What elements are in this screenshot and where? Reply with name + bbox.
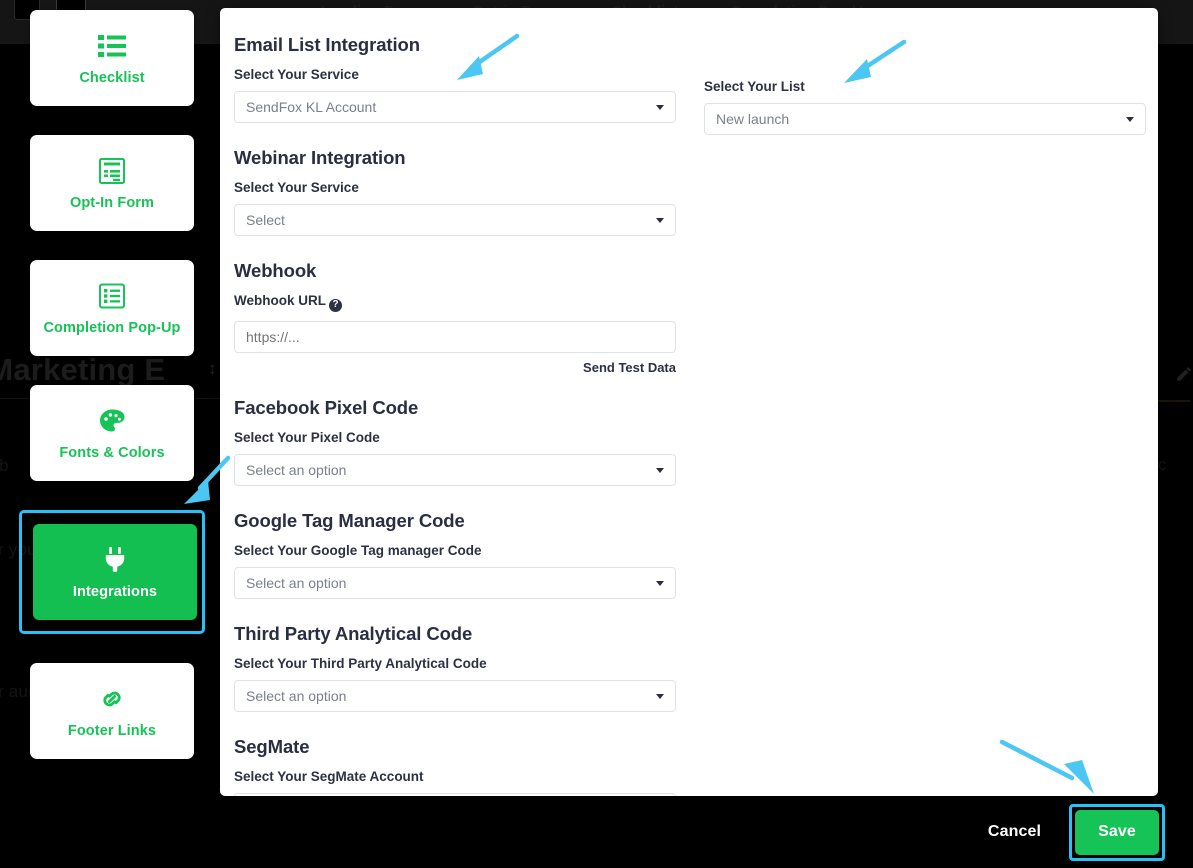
- chevron-down-icon: [656, 105, 664, 110]
- gtm-value: Select an option: [246, 574, 347, 591]
- save-highlight-frame: Save: [1069, 803, 1165, 861]
- section-title-email-list: Email List Integration: [234, 34, 420, 55]
- modal-footer: Cancel Save: [0, 796, 1193, 868]
- link-icon: [97, 684, 127, 714]
- sidebar-item-label: Fonts & Colors: [59, 444, 165, 461]
- modal-left-column: Email List Integration Select Your Servi…: [234, 34, 676, 796]
- label-webinar-service: Select Your Service: [234, 180, 359, 195]
- save-button[interactable]: Save: [1075, 809, 1159, 855]
- email-list-value: New launch: [716, 111, 790, 127]
- modal-right-column: Select Your List New launch: [676, 34, 1146, 796]
- list-icon: [97, 31, 127, 61]
- background-body-line: et ab: [0, 456, 9, 475]
- modal-columns: Email List Integration Select Your Servi…: [234, 34, 1146, 796]
- palette-icon: [97, 406, 127, 436]
- webinar-service-select[interactable]: Select: [234, 204, 676, 236]
- chevron-down-icon: [656, 467, 664, 473]
- email-service-select[interactable]: SendFox KL Account: [234, 91, 676, 123]
- chevron-down-icon: [656, 580, 664, 586]
- sidebar-item-label: Integrations: [72, 583, 158, 600]
- sidebar-item-integrations[interactable]: Integrations: [33, 524, 197, 620]
- sidebar-item-label: Footer Links: [67, 722, 157, 739]
- webhook-url-input[interactable]: [234, 320, 676, 353]
- gtm-select[interactable]: Select an option: [234, 566, 676, 599]
- section-title-gtm: Google Tag Manager Code: [234, 509, 465, 531]
- sidebar-item-checklist[interactable]: Checklist: [30, 10, 194, 106]
- sidebar-item-label: Completion Pop-Up: [43, 319, 181, 336]
- send-test-data-link[interactable]: Send Test Data: [234, 360, 676, 375]
- email-list-select[interactable]: New launch: [704, 103, 1146, 135]
- label-webhook-url: Webhook URL?: [234, 293, 676, 312]
- help-icon[interactable]: ?: [329, 298, 342, 312]
- label-segmate: Select Your SegMate Account: [234, 768, 424, 784]
- sidebar: Checklist Opt-In Form Completion Pop-Up …: [19, 10, 205, 759]
- label-facebook-pixel: Select Your Pixel Code: [234, 429, 380, 445]
- background-title-stepper-icon: ↕: [208, 359, 217, 378]
- third-party-select[interactable]: Select an option: [234, 679, 676, 712]
- chevron-down-icon: [656, 218, 664, 223]
- email-service-value: SendFox KL Account: [246, 99, 377, 115]
- section-title-webhook: Webhook: [234, 260, 317, 281]
- section-title-webinar: Webinar Integration: [234, 147, 406, 168]
- label-third-party: Select Your Third Party Analytical Code: [234, 655, 487, 671]
- label-email-list: Select Your List: [704, 79, 805, 94]
- sidebar-item-footer-links[interactable]: Footer Links: [30, 663, 194, 759]
- sidebar-item-label: Opt-In Form: [69, 194, 155, 211]
- list-box-icon: [97, 281, 127, 311]
- sidebar-item-completion-pop-up[interactable]: Completion Pop-Up: [30, 260, 194, 356]
- section-title-facebook-pixel: Facebook Pixel Code: [234, 396, 419, 418]
- section-title-third-party: Third Party Analytical Code: [234, 622, 473, 644]
- sidebar-item-fonts-colors[interactable]: Fonts & Colors: [30, 385, 194, 481]
- sidebar-item-opt-in-form[interactable]: Opt-In Form: [30, 135, 194, 231]
- integrations-modal: Email List Integration Select Your Servi…: [220, 8, 1158, 796]
- section-title-segmate: SegMate: [234, 735, 310, 757]
- label-webhook-url-text: Webhook URL: [234, 293, 326, 308]
- facebook-pixel-select[interactable]: Select an option: [234, 453, 676, 486]
- chevron-down-icon: [656, 693, 664, 699]
- cancel-button[interactable]: Cancel: [974, 815, 1055, 849]
- label-email-service: Select Your Service: [234, 67, 359, 82]
- form-icon: [97, 156, 127, 186]
- screen: Landing Page Opt-in Form Checklist Compl…: [0, 0, 1193, 868]
- modal-body: Email List Integration Select Your Servi…: [220, 8, 1158, 796]
- plug-icon: [100, 545, 130, 575]
- webinar-service-value: Select: [246, 212, 285, 228]
- sidebar-item-label: Checklist: [79, 69, 145, 86]
- third-party-value: Select an option: [246, 687, 347, 704]
- pencil-icon: [1175, 365, 1193, 383]
- label-gtm: Select Your Google Tag manager Code: [234, 542, 482, 558]
- integrations-highlight-frame: Integrations: [19, 510, 205, 634]
- facebook-pixel-value: Select an option: [246, 461, 347, 478]
- chevron-down-icon: [1126, 117, 1134, 122]
